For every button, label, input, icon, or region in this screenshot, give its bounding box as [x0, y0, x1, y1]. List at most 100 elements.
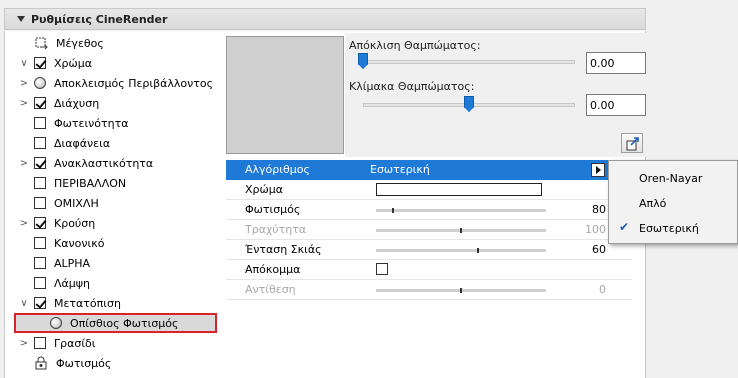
chevron-down-icon[interactable]: ∨ [18, 58, 30, 69]
roughness-label: Τραχύτητα [245, 223, 307, 236]
popup-menu-item[interactable]: Oren-Nayar [609, 167, 737, 189]
tree-item-label: Φωτισμός [56, 356, 112, 370]
algorithm-value: Εσωτερική [370, 163, 430, 176]
contrast-label: Αντίθεση [245, 283, 296, 296]
tree-item-label: Μέγεθος [56, 36, 104, 50]
tree-item[interactable]: ∨ Χρώμα [14, 53, 217, 73]
blur-offset-slider-thumb[interactable] [358, 53, 368, 69]
shadow-strength-value[interactable]: 60 [592, 243, 606, 256]
tree-item-checkbox[interactable] [34, 57, 46, 69]
tree-item-label: ALPHA [54, 256, 91, 270]
algorithm-popup-arrow-icon[interactable] [591, 163, 605, 177]
tree-item-checkbox[interactable] [34, 297, 46, 309]
algorithm-label: Αλγόριθμος [245, 163, 310, 176]
blur-scale-slider-thumb[interactable] [464, 96, 474, 112]
tree-item[interactable]: >ΟΜΙΧΛΗ [14, 193, 217, 213]
size-icon [35, 37, 48, 50]
tree-item-checkbox[interactable] [34, 197, 46, 209]
tree-item[interactable]: > Γρασίδι [14, 333, 217, 353]
tree-item[interactable]: >Οπίσθιος Φωτισμός [14, 313, 217, 333]
tree-item[interactable]: >Κανονικό [14, 233, 217, 253]
tree-item[interactable]: >Φωτεινότητα [14, 113, 217, 133]
tree-item-label: Διάχυση [54, 96, 100, 110]
popup-menu-item-label: Εσωτερική [639, 222, 699, 235]
popup-menu-item-label: Oren-Nayar [639, 172, 703, 185]
chevron-right-icon[interactable]: > [18, 338, 30, 349]
popup-menu-item-label: Απλό [639, 197, 667, 210]
tree-item-checkbox[interactable] [34, 137, 46, 149]
lighting-slider[interactable] [376, 208, 546, 213]
blur-offset-label: Απόκλιση Θαμπώματος: [349, 39, 481, 52]
property-row-shadow[interactable]: Ένταση Σκιάς 60 [226, 240, 632, 260]
color-swatch[interactable] [376, 183, 542, 196]
tree-item-label: Ανακλαστικότητα [54, 156, 154, 170]
shadow-strength-label: Ένταση Σκιάς [245, 243, 322, 256]
tree-item-checkbox[interactable] [34, 277, 46, 289]
lighting-value[interactable]: 80 [592, 203, 606, 216]
chevron-right-icon[interactable]: > [18, 158, 30, 169]
tree-item-label: ΠΕΡΙΒΑΛΛΟΝ [54, 176, 127, 190]
clipping-label: Απόκομμα [245, 263, 301, 276]
tree-item-label: Διαφάνεια [54, 136, 111, 150]
blur-controls: Απόκλιση Θαμπώματος: 0.00 Κλίμακα Θαμπώμ… [345, 33, 646, 157]
tree-item-label: Οπίσθιος Φωτισμός [70, 316, 179, 330]
tree-item-label: Κρούση [54, 216, 96, 230]
tree-item[interactable]: > Ανακλαστικότητα [14, 153, 217, 173]
checkmark-icon: ✔ [619, 220, 630, 234]
property-row-contrast: Αντίθεση 0 [226, 280, 632, 300]
contrast-value: 0 [599, 283, 606, 296]
tree-item-checkbox[interactable] [34, 177, 46, 189]
chevron-right-icon[interactable]: > [18, 98, 30, 109]
tree-item[interactable]: >Λάμψη [14, 273, 217, 293]
popup-menu-item[interactable]: Απλό [609, 192, 737, 214]
cinerender-settings-panel: Ρυθμίσεις CineRender >Μέγεθος∨Χρώμα>Αποκ… [0, 0, 650, 378]
tree-item[interactable]: >Φωτισμός [14, 353, 217, 373]
blur-scale-input[interactable]: 0.00 [586, 94, 646, 116]
section-title: Ρυθμίσεις CineRender [31, 12, 168, 26]
tree-item-label: Φωτεινότητα [54, 116, 129, 130]
tree-item[interactable]: > Αποκλεισμός Περιβάλλοντος [14, 73, 217, 93]
tree-item-checkbox[interactable] [34, 217, 46, 229]
chevron-right-icon[interactable]: > [18, 78, 30, 89]
property-table: Αλγόριθμος Εσωτερική Χρώμα Φωτισμός 80 Τ… [226, 160, 634, 300]
roughness-value: 100 [585, 223, 606, 236]
shadow-strength-slider[interactable] [376, 248, 546, 253]
tree-item-checkbox[interactable] [34, 337, 46, 349]
sphere-icon [34, 77, 46, 89]
tree-item[interactable]: >ALPHA [14, 253, 217, 273]
tree-item[interactable]: >ΠΕΡΙΒΑΛΛΟΝ [14, 173, 217, 193]
property-row-lighting[interactable]: Φωτισμός 80 [226, 200, 632, 220]
sphere-icon [50, 317, 62, 329]
tree-item-checkbox[interactable] [34, 117, 46, 129]
tree-item[interactable]: >Διαφάνεια [14, 133, 217, 153]
tree-item-checkbox[interactable] [34, 237, 46, 249]
popup-menu-item[interactable]: ✔ Εσωτερική [609, 217, 737, 239]
property-row-clipping[interactable]: Απόκομμα [226, 260, 632, 280]
contrast-slider [376, 288, 546, 293]
chevron-down-icon[interactable]: ∨ [18, 298, 30, 309]
collapse-triangle-icon[interactable] [17, 16, 25, 22]
property-row-color[interactable]: Χρώμα [226, 180, 632, 200]
tree-item-label: Μετατόπιση [54, 296, 121, 310]
tree-item[interactable]: ∨ Μετατόπιση [14, 293, 217, 313]
property-row-algorithm[interactable]: Αλγόριθμος Εσωτερική [226, 160, 632, 180]
clipping-checkbox[interactable] [376, 263, 388, 275]
tree-item-label: Γρασίδι [54, 336, 96, 350]
tree-item-checkbox[interactable] [34, 157, 46, 169]
blur-offset-input[interactable]: 0.00 [586, 52, 646, 74]
tree-item-label: Κανονικό [54, 236, 105, 250]
chevron-right-icon[interactable]: > [18, 218, 30, 229]
tree-item[interactable]: > Κρούση [14, 213, 217, 233]
tree-item[interactable]: >Μέγεθος [14, 33, 217, 53]
property-row-roughness: Τραχύτητα 100 [226, 220, 632, 240]
export-button[interactable] [621, 133, 643, 153]
channel-tree: >Μέγεθος∨Χρώμα>Αποκλεισμός Περιβάλλοντος… [14, 33, 217, 378]
tree-item-checkbox[interactable] [34, 97, 46, 109]
section-header[interactable]: Ρυθμίσεις CineRender [4, 8, 646, 30]
tree-item[interactable]: > Διάχυση [14, 93, 217, 113]
blur-offset-slider-track[interactable] [363, 60, 575, 64]
export-icon [626, 137, 639, 151]
roughness-slider [376, 228, 546, 233]
tree-item-checkbox[interactable] [34, 257, 46, 269]
tree-item-label: Λάμψη [54, 276, 91, 290]
